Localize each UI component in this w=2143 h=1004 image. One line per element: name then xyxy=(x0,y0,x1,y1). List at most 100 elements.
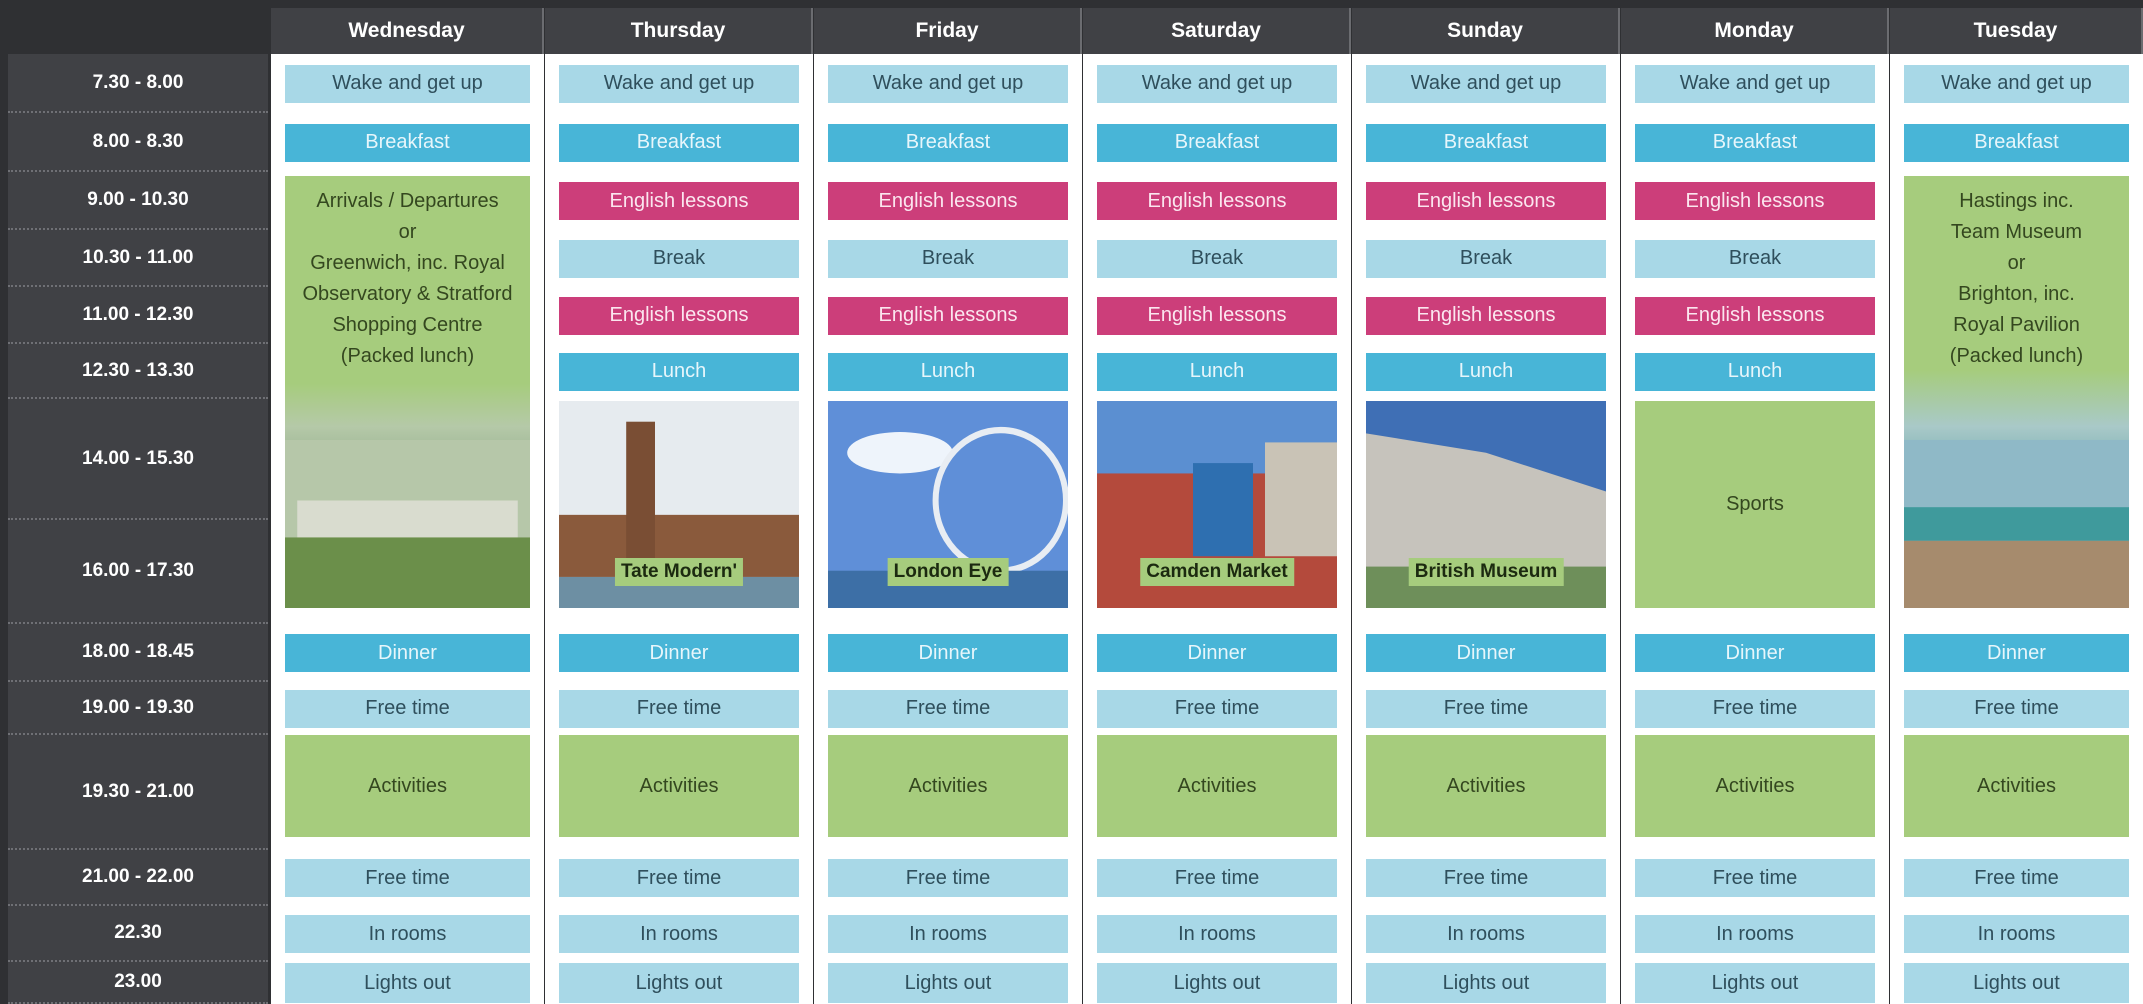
lights-out-block: Lights out xyxy=(1635,963,1875,1003)
lunch-block: Lunch xyxy=(1635,352,1875,391)
breakfast-block: Breakfast xyxy=(1904,123,2129,162)
day-header-monday: Monday xyxy=(1621,8,1889,54)
lights-out-block: Lights out xyxy=(285,963,530,1003)
dinner-block: Dinner xyxy=(1635,634,1875,672)
in-rooms-block: In rooms xyxy=(1635,915,1875,953)
excursion-line: Hastings inc. xyxy=(1959,190,2074,212)
english-lessons-block: English lessons xyxy=(828,296,1068,335)
dinner-block: Dinner xyxy=(1097,634,1337,672)
time-slot: 11.00 - 12.30 xyxy=(8,287,268,344)
time-slot: 7.30 - 8.00 xyxy=(8,54,268,113)
english-lessons-block: English lessons xyxy=(1635,182,1875,220)
dinner-block: Dinner xyxy=(1904,634,2129,672)
break-block: Break xyxy=(828,239,1068,278)
activities-block: Activities xyxy=(285,735,530,837)
english-lessons-block: English lessons xyxy=(828,182,1068,220)
visit-label: London Eye xyxy=(887,558,1009,586)
free-time-block: Free time xyxy=(285,689,530,728)
free-time-block: Free time xyxy=(1635,859,1875,897)
visit-label: Tate Modern' xyxy=(614,558,744,586)
dinner-block: Dinner xyxy=(828,634,1068,672)
wake-block: Wake and get up xyxy=(1366,64,1606,103)
break-block: Break xyxy=(1097,239,1337,278)
time-slot: 12.30 - 13.30 xyxy=(8,344,268,399)
day-header-sunday: Sunday xyxy=(1352,8,1620,54)
wake-block: Wake and get up xyxy=(828,64,1068,103)
free-time-block: Free time xyxy=(1635,689,1875,728)
wake-block: Wake and get up xyxy=(1904,64,2129,103)
day-header-thursday: Thursday xyxy=(545,8,813,54)
sports-block: Sports xyxy=(1635,401,1875,608)
excursion-line: Royal Pavilion xyxy=(1953,314,2080,336)
dinner-block: Dinner xyxy=(285,634,530,672)
camden-market-photo: Camden Market xyxy=(1097,401,1337,608)
breakfast-block: Breakfast xyxy=(828,123,1068,162)
activities-block: Activities xyxy=(1635,735,1875,837)
free-time-block: Free time xyxy=(559,689,799,728)
activities-block: Activities xyxy=(1366,735,1606,837)
english-lessons-block: English lessons xyxy=(1366,296,1606,335)
excursion-line: Arrivals / Departures xyxy=(316,190,499,212)
english-lessons-block: English lessons xyxy=(559,182,799,220)
free-time-block: Free time xyxy=(828,859,1068,897)
break-block: Break xyxy=(1366,239,1606,278)
time-slot: 8.00 - 8.30 xyxy=(8,113,268,172)
time-slot: 19.00 - 19.30 xyxy=(8,682,268,735)
free-time-block: Free time xyxy=(1904,859,2129,897)
day-header-saturday: Saturday xyxy=(1083,8,1351,54)
timetable: 7.30 - 8.00 8.00 - 8.30 9.00 - 10.30 10.30 … xyxy=(0,0,2143,1004)
free-time-block: Free time xyxy=(285,859,530,897)
in-rooms-block: In rooms xyxy=(1097,915,1337,953)
breakfast-block: Breakfast xyxy=(559,123,799,162)
time-slot: 9.00 - 10.30 xyxy=(8,172,268,230)
excursion-line: Brighton, inc. xyxy=(1958,283,2075,305)
lights-out-block: Lights out xyxy=(1366,963,1606,1003)
greenwich-photo xyxy=(285,440,530,608)
lights-out-block: Lights out xyxy=(1097,963,1337,1003)
wake-block: Wake and get up xyxy=(285,64,530,103)
breakfast-block: Breakfast xyxy=(1097,123,1337,162)
wake-block: Wake and get up xyxy=(1097,64,1337,103)
excursion-line: Team Museum xyxy=(1950,221,2083,243)
time-slot: 19.30 - 21.00 xyxy=(8,735,268,850)
breakfast-block: Breakfast xyxy=(1366,123,1606,162)
english-lessons-block: English lessons xyxy=(1097,296,1337,335)
english-lessons-block: English lessons xyxy=(1635,296,1875,335)
in-rooms-block: In rooms xyxy=(1366,915,1606,953)
in-rooms-block: In rooms xyxy=(285,915,530,953)
lights-out-block: Lights out xyxy=(1904,963,2129,1003)
lunch-block: Lunch xyxy=(559,352,799,391)
in-rooms-block: In rooms xyxy=(559,915,799,953)
lunch-block: Lunch xyxy=(1097,352,1337,391)
time-slot: 16.00 - 17.30 xyxy=(8,520,268,624)
lights-out-block: Lights out xyxy=(559,963,799,1003)
free-time-block: Free time xyxy=(828,689,1068,728)
excursion-line: (Packed lunch) xyxy=(340,345,475,367)
london-eye-photo: London Eye xyxy=(828,401,1068,608)
time-slot: 18.00 - 18.45 xyxy=(8,624,268,682)
free-time-block: Free time xyxy=(1904,689,2129,728)
lights-out-block: Lights out xyxy=(828,963,1068,1003)
english-lessons-block: English lessons xyxy=(1366,182,1606,220)
wake-block: Wake and get up xyxy=(1635,64,1875,103)
free-time-block: Free time xyxy=(1366,689,1606,728)
dinner-block: Dinner xyxy=(1366,634,1606,672)
dinner-block: Dinner xyxy=(559,634,799,672)
seaside-town-photo xyxy=(1904,440,2129,608)
time-slot: 14.00 - 15.30 xyxy=(8,399,268,520)
excursion-line: (Packed lunch) xyxy=(1949,345,2084,367)
free-time-block: Free time xyxy=(559,859,799,897)
break-block: Break xyxy=(1635,239,1875,278)
day-header-tuesday: Tuesday xyxy=(1890,8,2143,54)
activities-block: Activities xyxy=(1904,735,2129,837)
english-lessons-block: English lessons xyxy=(559,296,799,335)
excursion-line: Observatory & Stratford xyxy=(302,283,513,305)
visit-label: British Museum xyxy=(1408,558,1564,586)
time-slot: 21.00 - 22.00 xyxy=(8,850,268,906)
british-museum-photo: British Museum xyxy=(1366,401,1606,608)
excursion-line: Shopping Centre xyxy=(332,314,483,336)
free-time-block: Free time xyxy=(1366,859,1606,897)
lunch-block: Lunch xyxy=(1366,352,1606,391)
activities-block: Activities xyxy=(828,735,1068,837)
excursion-line: or xyxy=(2007,252,2026,274)
